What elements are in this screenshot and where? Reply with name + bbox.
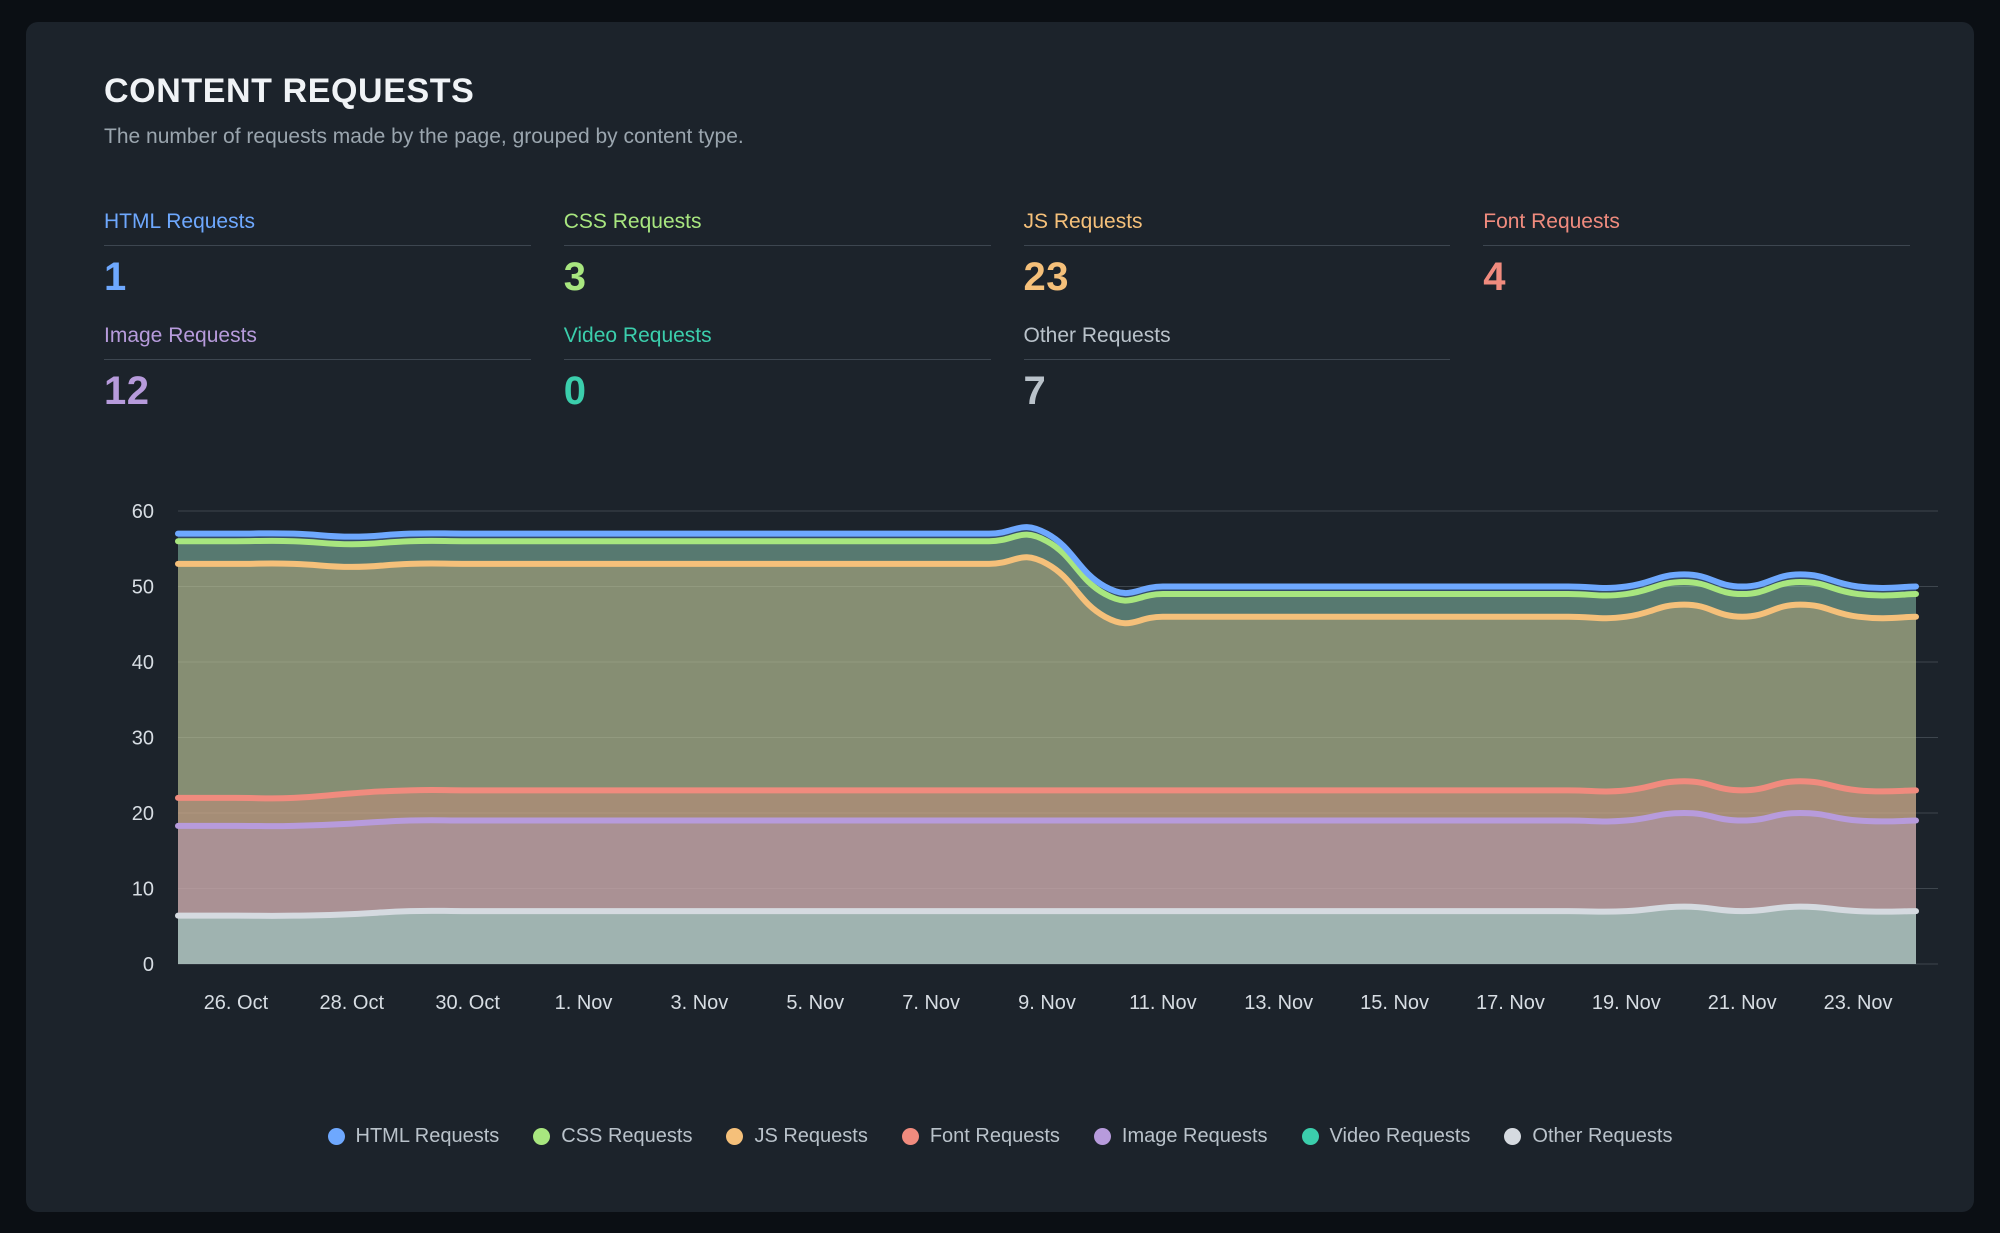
legend-label: JS Requests [754, 1125, 867, 1148]
x-axis-tick-label: 21. Nov [1708, 992, 1777, 1014]
stat-value: 12 [104, 369, 531, 414]
legend-color-dot-icon [1302, 1128, 1319, 1145]
stacked-area-chart: 0 10 20 30 40 50 60 26. Oct 28. Oct 30. Oct 1. No… [26, 452, 1974, 1152]
stat-value: 0 [564, 369, 991, 414]
stat-value: 23 [1024, 255, 1451, 300]
chart-x-axis-labels: 26. Oct 28. Oct 30. Oct 1. Nov 3. Nov 5. Nov 7… [204, 992, 1893, 1014]
legend-color-dot-icon [533, 1128, 550, 1145]
y-axis-tick-label: 40 [132, 652, 154, 674]
chart-areas [178, 527, 1916, 964]
x-axis-tick-label: 13. Nov [1244, 992, 1313, 1014]
stat-value: 7 [1024, 369, 1451, 414]
x-axis-tick-label: 19. Nov [1592, 992, 1661, 1014]
legend-item[interactable]: JS Requests [726, 1125, 867, 1148]
stat-label: Video Requests [564, 324, 991, 360]
x-axis-tick-label: 7. Nov [902, 992, 960, 1014]
stat-card: Font Requests 4 [1483, 210, 1910, 306]
legend-label: Other Requests [1532, 1125, 1672, 1148]
x-axis-tick-label: 3. Nov [670, 992, 728, 1014]
legend-label: Image Requests [1122, 1125, 1268, 1148]
stat-card: Video Requests 0 [564, 324, 991, 420]
y-axis-tick-label: 50 [132, 577, 154, 599]
stat-label: HTML Requests [104, 210, 531, 246]
stat-label: Other Requests [1024, 324, 1451, 360]
stat-label: JS Requests [1024, 210, 1451, 246]
stat-card: JS Requests 23 [1024, 210, 1451, 306]
stat-grid: HTML Requests 1 CSS Requests 3 JS Requests 23… [104, 210, 1910, 420]
legend-label: HTML Requests [356, 1125, 500, 1148]
chart-y-axis-labels: 0 10 20 30 40 50 60 [132, 501, 154, 976]
stat-label: CSS Requests [564, 210, 991, 246]
x-axis-tick-label: 1. Nov [555, 992, 613, 1014]
area-band [178, 907, 1916, 964]
stat-card: Other Requests 7 [1024, 324, 1451, 420]
page-title: CONTENT REQUESTS [104, 72, 1904, 111]
legend-item[interactable]: Image Requests [1094, 1125, 1268, 1148]
y-axis-tick-label: 20 [132, 803, 154, 825]
x-axis-tick-label: 28. Oct [320, 992, 385, 1014]
y-axis-tick-label: 0 [143, 954, 154, 976]
card-header: CONTENT REQUESTS The number of requests … [104, 72, 1904, 149]
legend-color-dot-icon [726, 1128, 743, 1145]
y-axis-tick-label: 10 [132, 879, 154, 901]
y-axis-tick-label: 30 [132, 728, 154, 750]
x-axis-tick-label: 11. Nov [1129, 992, 1196, 1014]
legend-label: CSS Requests [561, 1125, 692, 1148]
stat-card: Image Requests 12 [104, 324, 531, 420]
x-axis-tick-label: 17. Nov [1476, 992, 1545, 1014]
legend-color-dot-icon [328, 1128, 345, 1145]
x-axis-tick-label: 9. Nov [1018, 992, 1076, 1014]
legend-color-dot-icon [1094, 1128, 1111, 1145]
content-requests-card: CONTENT REQUESTS The number of requests … [26, 22, 1974, 1212]
legend-label: Video Requests [1330, 1125, 1471, 1148]
y-axis-tick-label: 60 [132, 501, 154, 523]
legend-color-dot-icon [1504, 1128, 1521, 1145]
x-axis-tick-label: 23. Nov [1824, 992, 1893, 1014]
content-requests-chart: 0 10 20 30 40 50 60 26. Oct 28. Oct 30. Oct 1. No… [26, 452, 1974, 1152]
legend-item[interactable]: Other Requests [1504, 1125, 1672, 1148]
stat-label: Font Requests [1483, 210, 1910, 246]
legend-item[interactable]: HTML Requests [328, 1125, 500, 1148]
page-subtitle: The number of requests made by the page,… [104, 125, 1904, 149]
stat-label: Image Requests [104, 324, 531, 360]
legend-item[interactable]: Font Requests [902, 1125, 1060, 1148]
x-axis-tick-label: 5. Nov [786, 992, 844, 1014]
chart-legend: HTML Requests CSS Requests JS Requests Font… [26, 1125, 1974, 1148]
stat-value: 4 [1483, 255, 1910, 300]
stat-card: CSS Requests 3 [564, 210, 991, 306]
x-axis-tick-label: 30. Oct [435, 992, 500, 1014]
legend-label: Font Requests [930, 1125, 1060, 1148]
legend-item[interactable]: CSS Requests [533, 1125, 692, 1148]
x-axis-tick-label: 15. Nov [1360, 992, 1429, 1014]
stat-value: 3 [564, 255, 991, 300]
stat-value: 1 [104, 255, 531, 300]
legend-item[interactable]: Video Requests [1302, 1125, 1471, 1148]
x-axis-tick-label: 26. Oct [204, 992, 269, 1014]
stat-card: HTML Requests 1 [104, 210, 531, 306]
legend-color-dot-icon [902, 1128, 919, 1145]
